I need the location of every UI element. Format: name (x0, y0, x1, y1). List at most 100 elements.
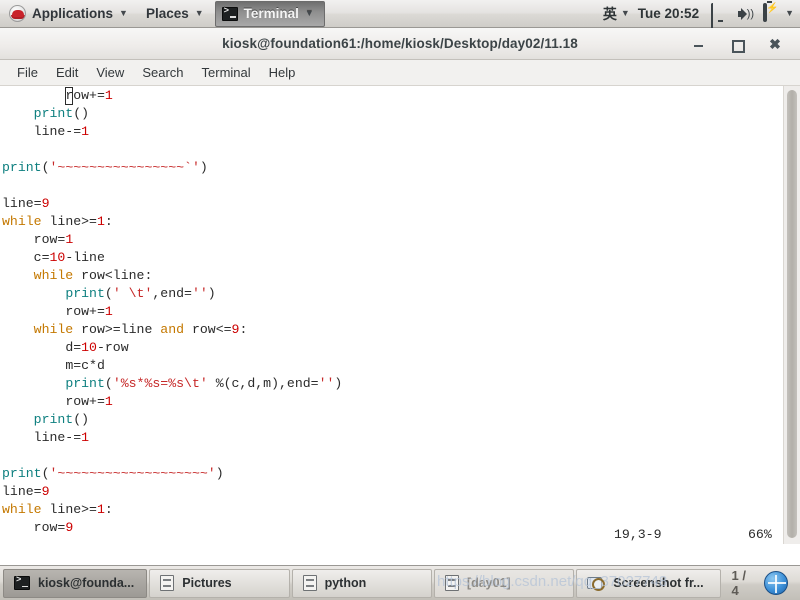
battery-icon[interactable] (763, 2, 781, 23)
terminal-line: row+=1 (2, 87, 783, 105)
volume-icon[interactable]: )) (737, 6, 755, 22)
taskbar-item-terminal[interactable]: kiosk@founda... (3, 568, 148, 598)
code-token: ,end= (152, 286, 192, 301)
vim-status-line: 19,3-9 66% (0, 526, 800, 544)
places-menu[interactable]: Places ▼ (137, 0, 213, 27)
code-token: 9 (41, 196, 50, 211)
maximize-button[interactable] (729, 36, 745, 53)
terminal-line: line-=1 (2, 123, 783, 141)
workspace-switcher[interactable]: 1 / 4 (722, 568, 799, 598)
terminal-line: print('~~~~~~~~~~~~~~~~~~~') (2, 465, 783, 483)
scrollbar-thumb[interactable] (787, 90, 797, 538)
folder-icon (302, 575, 317, 591)
window-controls: ✖ (691, 36, 800, 53)
menu-view[interactable]: View (87, 63, 133, 82)
close-button[interactable]: ✖ (767, 36, 783, 52)
code-token: 1 (104, 304, 113, 319)
terminal-line: while line>=1: (2, 213, 783, 231)
terminal-line: row+=1 (2, 393, 783, 411)
window-title: kiosk@foundation61:/home/kiosk/Desktop/d… (222, 36, 578, 51)
applications-menu[interactable]: Applications ▼ (0, 0, 137, 27)
code-token: while (2, 502, 42, 517)
window-titlebar[interactable]: kiosk@foundation61:/home/kiosk/Desktop/d… (0, 28, 800, 60)
terminal-line: c=10-line (2, 249, 783, 267)
clock[interactable]: Tue 20:52 (630, 6, 707, 21)
terminal-line: line=9 (2, 195, 783, 213)
menu-help[interactable]: Help (260, 63, 305, 82)
chevron-down-icon[interactable]: ▼ (621, 9, 630, 18)
code-token: ' \t' (112, 286, 153, 301)
code-token: 1 (104, 88, 113, 103)
terminal-line: while row<line: (2, 267, 783, 285)
code-token: ( (41, 466, 50, 481)
code-token: () (73, 412, 90, 427)
code-token: 10 (49, 250, 66, 265)
taskbar-item-label: python (324, 576, 367, 590)
top-panel: Applications ▼ Places ▼ Terminal ▼ 英 ▼ T… (0, 0, 800, 39)
code-token: d= (65, 340, 82, 355)
code-token: print (2, 160, 42, 175)
terminal-line: row+=1 (2, 303, 783, 321)
code-token: -row (96, 340, 129, 355)
terminal-line: line=9 (2, 483, 783, 501)
code-token: m=c*d (65, 358, 105, 373)
code-token: line-= (33, 124, 82, 139)
code-token: 1 (96, 214, 105, 229)
display-icon[interactable] (711, 2, 730, 39)
taskbar-item-label: kiosk@founda... (38, 576, 135, 590)
terminal-pane: row+=1 print() line-=1 print('~~~~~~~~~~… (0, 86, 800, 544)
code-token: print (65, 376, 105, 391)
code-token: '~~~~~~~~~~~~~~~~~~~' (49, 466, 216, 481)
minimize-button[interactable] (691, 36, 707, 52)
taskbar-item-pictures[interactable]: Pictures (149, 568, 290, 598)
code-token: ( (41, 160, 50, 175)
chevron-down-icon: ▼ (119, 8, 128, 18)
code-token: %(c,d,m),end= (207, 376, 319, 391)
code-token: ow+= (73, 88, 105, 103)
terminal-line: print(' \t',end='') (2, 285, 783, 303)
chevron-down-icon: ▼ (194, 8, 204, 18)
terminal-icon (221, 6, 238, 21)
menu-file[interactable]: File (8, 63, 47, 82)
taskbar-item-screenshot[interactable]: Screenshot fr... (576, 568, 721, 598)
code-token: row>=line (73, 322, 161, 337)
code-token: row<line: (73, 268, 153, 283)
menu-terminal[interactable]: Terminal (193, 63, 260, 82)
code-token: while (33, 322, 74, 337)
terminal-text-area[interactable]: row+=1 print() line-=1 print('~~~~~~~~~~… (0, 86, 783, 544)
terminal-line: print('%s*%s=%s\t' %(c,d,m),end='') (2, 375, 783, 393)
taskbar-item-day01[interactable]: [day01] (433, 568, 575, 598)
terminal-scrollbar[interactable] (783, 86, 800, 544)
code-token: ) (215, 466, 224, 481)
taskbar-item-python[interactable]: python (291, 568, 432, 598)
code-token: 1 (81, 124, 90, 139)
terminal-line: m=c*d (2, 357, 783, 375)
input-method-indicator[interactable]: 英 (599, 4, 621, 24)
code-token: ( (104, 286, 113, 301)
code-token: ) (334, 376, 343, 391)
code-token: line>= (41, 214, 97, 229)
code-token: row+= (65, 304, 105, 319)
code-token: c= (33, 250, 50, 265)
code-token: 1 (65, 232, 74, 247)
top-panel-left: Applications ▼ Places ▼ Terminal ▼ (0, 0, 327, 28)
workspace-badge-icon[interactable] (764, 571, 789, 595)
code-token: 10 (81, 340, 97, 355)
menu-edit[interactable]: Edit (47, 63, 87, 82)
system-menu-chevron-down-icon[interactable]: ▼ (785, 9, 794, 18)
code-token: 1 (81, 430, 90, 445)
active-window-button[interactable]: Terminal ▼ (214, 0, 325, 27)
code-token: ( (104, 376, 113, 391)
code-token: ) (199, 160, 208, 175)
taskbar-item-label: Pictures (182, 576, 232, 590)
active-window-label: Terminal (243, 6, 299, 21)
taskbar-item-label: Screenshot fr... (613, 576, 704, 590)
menu-search[interactable]: Search (133, 63, 192, 82)
